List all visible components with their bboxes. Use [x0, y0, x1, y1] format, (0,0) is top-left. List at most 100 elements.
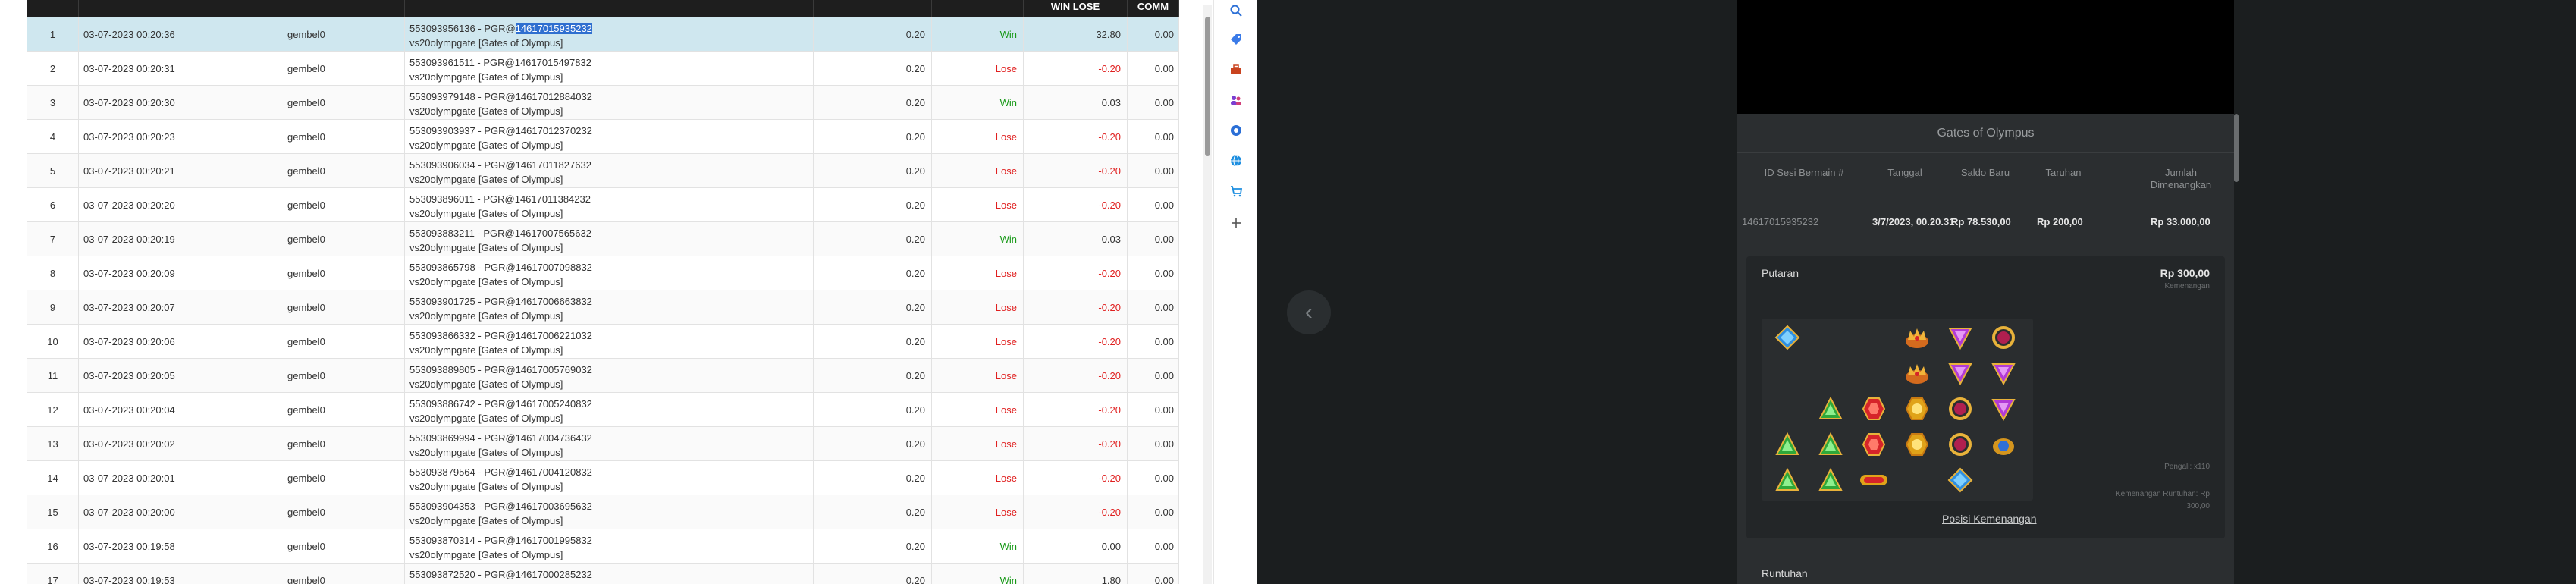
row-date: 03-07-2023 00:20:20 [79, 188, 281, 222]
row-desc-prefix: 553093904353 - PGR@14617003695632 [409, 501, 592, 512]
header-col-bet [814, 0, 932, 17]
table-row[interactable]: 7 03-07-2023 00:20:19 gembel0 553093883211 … [27, 222, 1179, 256]
ring-icon [1941, 391, 1980, 426]
balance-value: Rp 78.530,00 [1951, 216, 2011, 228]
table-row[interactable]: 12 03-07-2023 00:20:04 gembel0 553093886742… [27, 393, 1179, 427]
table-scrollbar[interactable] [1203, 5, 1212, 584]
briefcase-icon[interactable] [1227, 61, 1245, 79]
row-number: 12 [27, 393, 79, 427]
bet-value: Rp 200,00 [2037, 216, 2083, 228]
round-amount-label: Kemenangan [2164, 282, 2210, 290]
row-desc-prefix: 553093896011 - PGR@14617011384232 [409, 193, 591, 205]
symbol-grid [1762, 319, 2033, 501]
row-number: 1 [27, 17, 79, 52]
table-row[interactable]: 4 03-07-2023 00:20:23 gembel0 553093903937 … [27, 120, 1179, 154]
row-date: 03-07-2023 00:20:01 [79, 461, 281, 495]
row-number: 4 [27, 120, 79, 154]
row-comm: 0.00 [1128, 290, 1179, 325]
row-desc-line2: vs20olympgate [Gates of Olympus] [409, 549, 563, 560]
row-number: 7 [27, 222, 79, 256]
row-username: gembel0 [281, 290, 405, 325]
row-desc-prefix: 553093889805 - PGR@14617005769032 [409, 364, 592, 375]
plus-icon[interactable] [1227, 214, 1245, 232]
row-bet: 0.20 [814, 17, 932, 52]
people-icon[interactable] [1227, 91, 1245, 109]
table-scroll-thumb[interactable] [1205, 17, 1210, 156]
globe-icon[interactable] [1227, 152, 1245, 170]
table-row[interactable]: 6 03-07-2023 00:20:20 gembel0 553093896011 … [27, 188, 1179, 222]
row-desc-line1: 553093904353 - PGR@14617003695632 [409, 499, 813, 513]
table-row[interactable]: 8 03-07-2023 00:20:09 gembel0 553093865798 … [27, 256, 1179, 290]
table-row[interactable]: 9 03-07-2023 00:20:07 gembel0 553093901725 … [27, 290, 1179, 325]
table-row[interactable]: 14 03-07-2023 00:20:01 gembel0 553093879564… [27, 461, 1179, 495]
table-row[interactable]: 15 03-07-2023 00:20:00 gembel0 553093904353… [27, 495, 1179, 529]
round-amount: Rp 300,00 [2160, 267, 2210, 279]
gem-blue-icon [1941, 463, 1980, 498]
table-row[interactable]: 5 03-07-2023 00:20:21 gembel0 553093906034 … [27, 154, 1179, 188]
row-desc-line2: vs20olympgate [Gates of Olympus] [409, 174, 563, 185]
table-row[interactable]: 16 03-07-2023 00:19:58 gembel0 553093870314… [27, 529, 1179, 564]
row-desc-line1: 553093870314 - PGR@14617001995832 [409, 533, 813, 548]
search-icon[interactable] [1227, 2, 1245, 20]
row-comm: 0.00 [1128, 86, 1179, 120]
row-desc-line1: 553093906034 - PGR@14617011827632 [409, 158, 813, 172]
row-description: 553093883211 - PGR@14617007565632 vs20oly… [405, 222, 814, 256]
header-comm: COMM [1128, 0, 1179, 17]
modal-scrollbar[interactable] [2234, 114, 2239, 182]
row-win-lose: 0.03 [1024, 222, 1128, 256]
row-win-lose: -0.20 [1024, 290, 1128, 325]
row-desc-line1: 553093889805 - PGR@14617005769032 [409, 363, 813, 377]
header-col-user [281, 0, 405, 17]
row-username: gembel0 [281, 52, 405, 86]
row-desc-line1: 553093979148 - PGR@14617012884032 [409, 89, 813, 104]
row-comm: 0.00 [1128, 461, 1179, 495]
row-description: 553093872520 - PGR@14617000285232 [405, 564, 814, 584]
row-desc-prefix: 553093886742 - PGR@14617005240832 [409, 398, 592, 410]
row-win-lose: -0.20 [1024, 359, 1128, 393]
row-comm: 0.00 [1128, 256, 1179, 290]
row-date: 03-07-2023 00:20:31 [79, 52, 281, 86]
row-desc-prefix: 553093872520 - PGR@14617000285232 [409, 569, 592, 580]
gear-circle-icon[interactable] [1227, 121, 1245, 140]
table-row[interactable]: 13 03-07-2023 00:20:02 gembel0 553093869994… [27, 427, 1179, 461]
tag-icon[interactable] [1227, 30, 1245, 49]
row-result: Lose [932, 427, 1024, 461]
table-row[interactable]: 11 03-07-2023 00:20:05 gembel0 553093889805… [27, 359, 1179, 393]
table-row[interactable]: 1 03-07-2023 00:20:36 gembel0 553093956136 … [27, 17, 1179, 52]
row-number: 15 [27, 495, 79, 529]
row-desc-line1: 553093886742 - PGR@14617005240832 [409, 397, 813, 411]
row-bet: 0.20 [814, 564, 932, 584]
row-date: 03-07-2023 00:20:04 [79, 393, 281, 427]
gem-red-icon [1854, 391, 1894, 426]
header-bet: Taruhan [2045, 167, 2082, 178]
row-description: 553093886742 - PGR@14617005240832 vs20oly… [405, 393, 814, 427]
row-desc-line1: 553093956136 - PGR@14617015935232 [409, 21, 813, 36]
row-date: 03-07-2023 00:20:06 [79, 325, 281, 359]
row-description: 553093956136 - PGR@14617015935232 vs20oly… [405, 17, 814, 52]
cart-icon[interactable] [1227, 182, 1245, 200]
row-description: 553093904353 - PGR@14617003695632 vs20oly… [405, 495, 814, 529]
crown-blue-icon [1984, 427, 2023, 462]
row-description: 553093903937 - PGR@14617012370232 vs20oly… [405, 120, 814, 154]
table-row[interactable]: 10 03-07-2023 00:20:06 gembel0 553093866332… [27, 325, 1179, 359]
row-desc-line2: vs20olympgate [Gates of Olympus] [409, 208, 563, 219]
row-username: gembel0 [281, 17, 405, 52]
row-desc-prefix: 553093866332 - PGR@14617006221032 [409, 330, 592, 341]
table-row[interactable]: 17 03-07-2023 00:19:53 gembel0 553093872520… [27, 564, 1179, 584]
row-comm: 0.00 [1128, 427, 1179, 461]
row-username: gembel0 [281, 529, 405, 564]
header-balance: Saldo Baru [1960, 167, 2010, 178]
row-date: 03-07-2023 00:20:23 [79, 120, 281, 154]
back-button[interactable]: ‹ [1287, 290, 1331, 334]
winning-position-link[interactable]: Posisi Kemenangan [1942, 513, 2037, 525]
row-desc-line1: 553093961511 - PGR@14617015497832 [409, 55, 813, 70]
table-row[interactable]: 2 03-07-2023 00:20:31 gembel0 553093961511 … [27, 52, 1179, 86]
row-username: gembel0 [281, 188, 405, 222]
bet-history-panel: WIN LOSE COMM 1 03-07-2023 00:20:36 gembel… [0, 0, 1213, 584]
row-win-lose: -0.20 [1024, 427, 1128, 461]
row-desc-line1: 553093883211 - PGR@14617007565632 [409, 226, 813, 240]
row-result: Win [932, 564, 1024, 584]
table-row[interactable]: 3 03-07-2023 00:20:30 gembel0 553093979148 … [27, 86, 1179, 120]
row-desc-line2: vs20olympgate [Gates of Olympus] [409, 37, 563, 49]
header-win-amount: Jumlah Dimenangkan [2139, 167, 2223, 191]
